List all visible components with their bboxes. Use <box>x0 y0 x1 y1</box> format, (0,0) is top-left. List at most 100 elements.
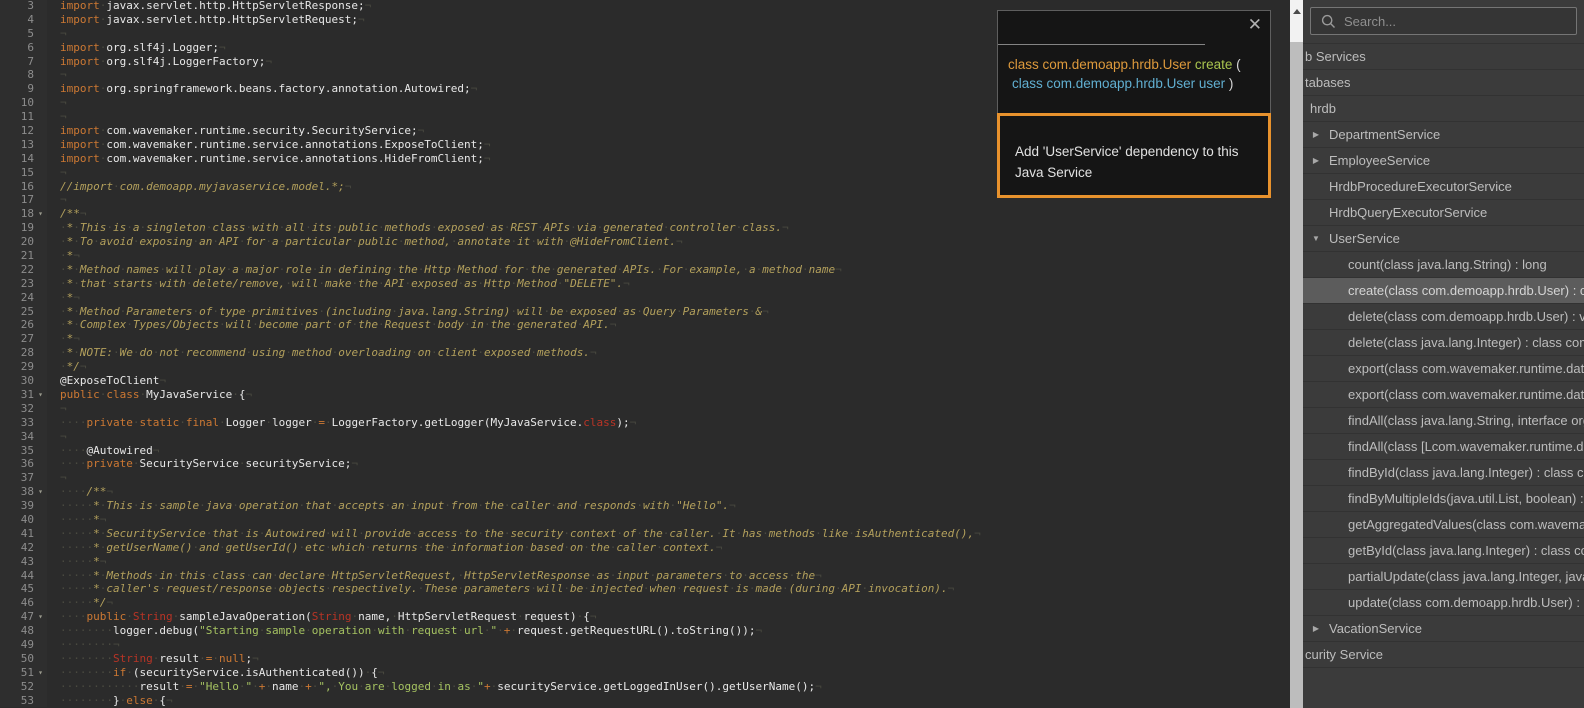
tree-item[interactable]: getById(class java.lang.Integer) : class… <box>1303 538 1584 564</box>
code-line[interactable]: ·····*·getUserName()·and·getUserId()·etc… <box>47 541 1290 555</box>
tree-item-label: getAggregatedValues(class com.wavemaker <box>1348 517 1584 532</box>
search-area: Search... <box>1303 0 1584 43</box>
tree-item[interactable]: export(class com.wavemaker.runtime.data.… <box>1303 356 1584 382</box>
code-line[interactable]: ········if·(securityService.isAuthentica… <box>47 666 1290 680</box>
code-line[interactable]: ·*·Complex·Types/Objects·will·become·par… <box>47 318 1290 332</box>
gutter-line: 13 <box>0 138 47 152</box>
code-line[interactable]: ····private·static·final·Logger·logger·=… <box>47 416 1290 430</box>
code-line[interactable]: ·····*¬ <box>47 555 1290 569</box>
chevron-right-icon[interactable]: ▶ <box>1311 156 1321 165</box>
tree-item[interactable]: hrdb <box>1303 96 1584 122</box>
scrollbar[interactable] <box>1290 0 1303 708</box>
services-tree: b Servicestabaseshrdb▶DepartmentService▶… <box>1303 43 1584 668</box>
tree-item[interactable]: count(class java.lang.String) : long <box>1303 252 1584 278</box>
gutter-line: 36 <box>0 457 47 471</box>
tree-item[interactable]: findByMultipleIds(java.util.List, boolea… <box>1303 486 1584 512</box>
code-line[interactable]: ········¬ <box>47 638 1290 652</box>
tree-item[interactable]: getAggregatedValues(class com.wavemaker <box>1303 512 1584 538</box>
code-line[interactable]: ·*¬ <box>47 332 1290 346</box>
code-line[interactable]: ····private·SecurityService·securityServ… <box>47 457 1290 471</box>
code-line[interactable]: ¬ <box>47 430 1290 444</box>
tree-item[interactable]: delete(class com.demoapp.hrdb.User) : vo… <box>1303 304 1584 330</box>
dependency-hint-box[interactable]: Add 'UserService' dependency to this Jav… <box>997 113 1271 198</box>
tree-item[interactable]: ▶ DepartmentService <box>1303 122 1584 148</box>
code-line[interactable]: ·*·To·avoid·exposing·an·API·for·a·partic… <box>47 235 1290 249</box>
code-line[interactable]: ········String·result·=·null;¬ <box>47 652 1290 666</box>
gutter-line: 49 <box>0 638 47 652</box>
chevron-right-icon[interactable]: ▶ <box>1311 624 1321 633</box>
gutter-line: 7 <box>0 55 47 69</box>
gutter-line: 27 <box>0 332 47 346</box>
method-signature: class com.demoapp.hrdb.User create ( cla… <box>1008 55 1264 93</box>
code-line[interactable]: ·····*/¬ <box>47 596 1290 610</box>
code-line[interactable]: ·····*¬ <box>47 513 1290 527</box>
tree-item[interactable]: update(class com.demoapp.hrdb.User) : cl… <box>1303 590 1584 616</box>
code-line[interactable]: ·····*·caller's·request/response·objects… <box>47 582 1290 596</box>
code-line[interactable]: ····@Autowired¬ <box>47 444 1290 458</box>
gutter-line: 32 <box>0 402 47 416</box>
tree-item[interactable]: findAll(class java.lang.String, interfac… <box>1303 408 1584 434</box>
code-line[interactable]: ············result·=·"Hello·"·+·name·+·"… <box>47 680 1290 694</box>
code-line[interactable]: ·····*·SecurityService·that·is·Autowired… <box>47 527 1290 541</box>
scrollbar-thumb[interactable] <box>1290 42 1303 708</box>
fold-arrow-icon[interactable]: ▾ <box>34 388 47 402</box>
tree-item[interactable]: export(class com.wavemaker.runtime.data.… <box>1303 382 1584 408</box>
gutter-line: 33 <box>0 416 47 430</box>
code-line[interactable]: ·*·that·starts·with·delete/remove,·will·… <box>47 277 1290 291</box>
tree-item[interactable]: b Services <box>1303 44 1584 70</box>
tree-item-label: curity Service <box>1305 647 1383 662</box>
code-line[interactable]: ·····*·Methods·in·this·class·can·declare… <box>47 569 1290 583</box>
code-line[interactable]: @ExposeToClient¬ <box>47 374 1290 388</box>
gutter-line: 51▾ <box>0 666 47 680</box>
tree-item[interactable]: ▶VacationService <box>1303 616 1584 642</box>
code-line[interactable]: ·*/¬ <box>47 360 1290 374</box>
fold-arrow-icon[interactable]: ▾ <box>34 485 47 499</box>
tree-item[interactable]: HrdbQueryExecutorService <box>1303 200 1584 226</box>
method-tooltip: ✕ class com.demoapp.hrdb.User create ( c… <box>997 10 1271 198</box>
gutter-line: 35 <box>0 444 47 458</box>
tree-item[interactable]: ▼ UserService <box>1303 226 1584 252</box>
tree-item[interactable]: curity Service <box>1303 642 1584 668</box>
code-line[interactable]: ········logger.debug("Starting·sample·op… <box>47 624 1290 638</box>
tree-item[interactable]: partialUpdate(class java.lang.Integer, j… <box>1303 564 1584 590</box>
tree-item-label: UserService <box>1329 231 1400 246</box>
tree-item[interactable]: HrdbProcedureExecutorService <box>1303 174 1584 200</box>
code-line[interactable]: ·*¬ <box>47 249 1290 263</box>
fold-arrow-icon[interactable]: ▾ <box>34 666 47 680</box>
gutter-line: 25 <box>0 305 47 319</box>
code-line[interactable]: ·*¬ <box>47 291 1290 305</box>
tree-item[interactable]: delete(class java.lang.Integer) : class … <box>1303 330 1584 356</box>
code-line[interactable]: ¬ <box>47 471 1290 485</box>
code-line[interactable]: ····public·String·sampleJavaOperation(St… <box>47 610 1290 624</box>
fold-arrow-icon[interactable]: ▾ <box>34 207 47 221</box>
tree-item[interactable]: create(class com.demoapp.hrdb.User) : cl… <box>1303 278 1584 304</box>
fold-arrow-icon[interactable]: ▾ <box>34 610 47 624</box>
gutter-line: 28 <box>0 346 47 360</box>
tree-item[interactable]: ▶EmployeeService <box>1303 148 1584 174</box>
gutter-line: 41 <box>0 527 47 541</box>
code-line[interactable]: ·*·NOTE:·We·do·not·recommend·using·metho… <box>47 346 1290 360</box>
gutter-line: 23 <box>0 277 47 291</box>
gutter-line: 11 <box>0 110 47 124</box>
gutter-line: 48 <box>0 624 47 638</box>
tree-item[interactable]: findAll(class [Lcom.wavemaker.runtime.da… <box>1303 434 1584 460</box>
code-line[interactable]: ·*·Method·names·will·play·a·major·role·i… <box>47 263 1290 277</box>
code-line[interactable]: ········}·else·{¬ <box>47 694 1290 708</box>
code-line[interactable]: ·*·Method·Parameters·of·type·primitives·… <box>47 305 1290 319</box>
gutter-line: 18▾ <box>0 207 47 221</box>
close-icon[interactable]: ✕ <box>1248 15 1262 35</box>
code-line[interactable]: ·*·This·is·a·singleton·class·with·all·it… <box>47 221 1290 235</box>
tree-item[interactable]: tabases <box>1303 70 1584 96</box>
search-input[interactable]: Search... <box>1310 7 1577 35</box>
tree-item[interactable]: findById(class java.lang.Integer) : clas… <box>1303 460 1584 486</box>
code-line[interactable]: ·····*·This·is·sample·java·operation·tha… <box>47 499 1290 513</box>
chevron-down-icon[interactable]: ▼ <box>1311 234 1321 243</box>
tree-item-label: DepartmentService <box>1329 127 1440 142</box>
code-line[interactable]: ····/**¬ <box>47 485 1290 499</box>
arrow-up-icon <box>1293 9 1301 14</box>
code-line[interactable]: public·class·MyJavaService·{¬ <box>47 388 1290 402</box>
code-line[interactable]: ¬ <box>47 402 1290 416</box>
chevron-right-icon[interactable]: ▶ <box>1311 130 1321 139</box>
scroll-up-button[interactable] <box>1290 0 1303 42</box>
code-line[interactable]: /**¬ <box>47 207 1290 221</box>
